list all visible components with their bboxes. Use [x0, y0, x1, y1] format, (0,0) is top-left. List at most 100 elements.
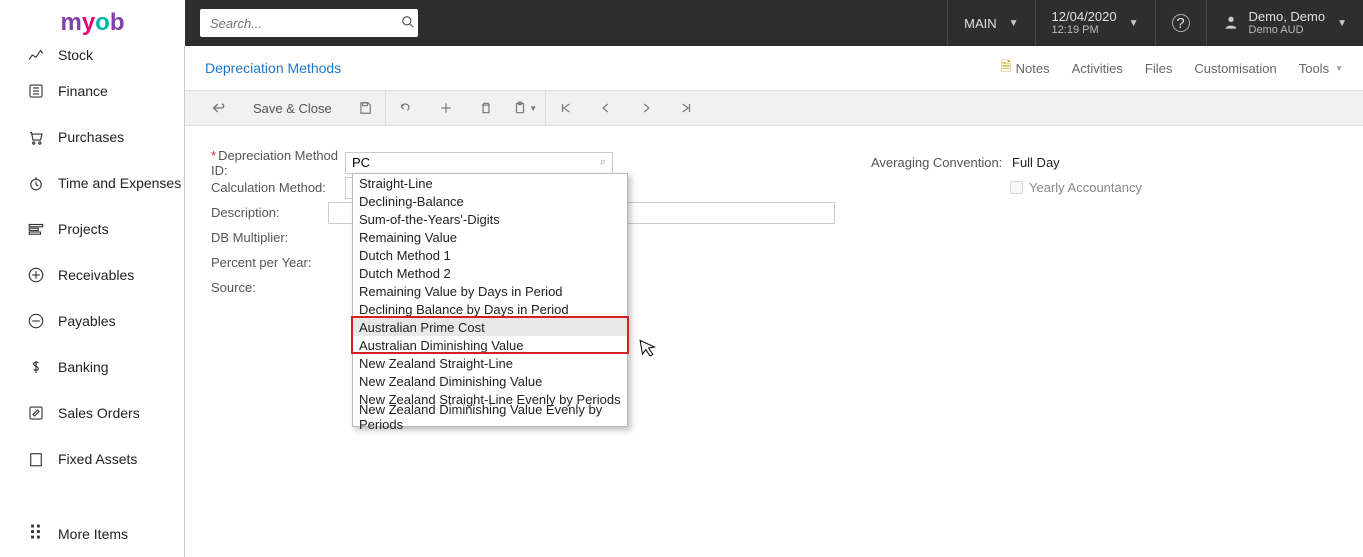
dropdown-option[interactable]: Dutch Method 1: [353, 246, 627, 264]
sidebar-item-label: Purchases: [58, 129, 124, 145]
help-button[interactable]: ?: [1155, 0, 1206, 46]
dropdown-option[interactable]: Sum-of-the-Years'-Digits: [353, 210, 627, 228]
notes-button[interactable]: 🗎 Notes: [1000, 56, 1049, 80]
label-calc-method: Calculation Method:: [205, 180, 345, 195]
projects-icon: [24, 220, 48, 238]
label-source: Source:: [205, 280, 345, 295]
clipboard-button[interactable]: ▼: [506, 90, 546, 126]
more-icon: ⠿: [24, 529, 48, 539]
search-input[interactable]: [200, 16, 398, 31]
dropdown-option[interactable]: New Zealand Straight-Line: [353, 354, 627, 372]
dropdown-option[interactable]: Declining-Balance: [353, 192, 627, 210]
dollar-icon: [24, 358, 48, 376]
time-label: 12:19 PM: [1052, 24, 1117, 37]
sidebar-item-label: Banking: [58, 359, 109, 375]
sidebar-item-payables[interactable]: Payables: [6, 298, 184, 344]
dropdown-option[interactable]: Remaining Value by Days in Period: [353, 282, 627, 300]
page-header: Depreciation Methods 🗎 Notes Activities …: [185, 46, 1363, 90]
value-averaging: Full Day: [1010, 155, 1060, 170]
sidebar-item-projects[interactable]: Projects: [6, 206, 184, 252]
sidebar-item-receivables[interactable]: Receivables: [6, 252, 184, 298]
notes-label: Notes: [1016, 61, 1050, 76]
save-close-button[interactable]: Save & Close: [239, 90, 346, 126]
sidebar-item-label: Stock: [58, 47, 93, 63]
date-selector[interactable]: 12/04/2020 12:19 PM ▼: [1035, 0, 1155, 46]
help-icon: ?: [1172, 14, 1190, 32]
user-menu[interactable]: Demo, Demo Demo AUD ▼: [1206, 0, 1363, 46]
undo-button[interactable]: [386, 90, 426, 126]
label-yearly-accountancy: Yearly Accountancy: [1029, 180, 1142, 195]
dropdown-option[interactable]: Declining Balance by Days in Period: [353, 300, 627, 318]
top-bar: MAIN ▼ 12/04/2020 12:19 PM ▼ ? Demo, Dem…: [185, 0, 1363, 46]
chevron-down-icon: ▼: [1009, 18, 1019, 29]
plus-circle-icon: [24, 266, 48, 284]
save-button[interactable]: [346, 90, 386, 126]
date-label: 12/04/2020: [1052, 9, 1117, 25]
dropdown-option[interactable]: Straight-Line: [353, 174, 627, 192]
chevron-down-icon: ▼: [529, 104, 537, 113]
input-dep-method-id[interactable]: PC ⌕: [345, 152, 613, 174]
page-title[interactable]: Depreciation Methods: [205, 60, 341, 76]
company-selector[interactable]: MAIN ▼: [947, 0, 1034, 46]
delete-button[interactable]: [466, 90, 506, 126]
dropdown-option[interactable]: Remaining Value: [353, 228, 627, 246]
first-record-button[interactable]: [546, 90, 586, 126]
dropdown-option[interactable]: New Zealand Diminishing Value Evenly by …: [353, 408, 627, 426]
dropdown-option[interactable]: Australian Prime Cost: [353, 318, 627, 336]
label-percent-per-year: Percent per Year:: [205, 255, 345, 270]
activities-button[interactable]: Activities: [1072, 61, 1123, 76]
minus-circle-icon: [24, 312, 48, 330]
sidebar-item-label: Payables: [58, 313, 116, 329]
cart-icon: [24, 128, 48, 146]
sidebar-item-label: Time and Expenses: [58, 175, 181, 191]
label-description: Description:: [205, 205, 328, 220]
sidebar-item-label: Sales Orders: [58, 405, 140, 421]
sidebar-item-label: More Items: [58, 526, 128, 542]
search-box[interactable]: [200, 9, 418, 37]
tools-menu[interactable]: Tools▼: [1299, 61, 1343, 76]
back-button[interactable]: [199, 90, 239, 126]
sidebar-item-sales-orders[interactable]: Sales Orders: [6, 390, 184, 436]
dropdown-option[interactable]: Dutch Method 2: [353, 264, 627, 282]
label-averaging: Averaging Convention:: [865, 155, 1010, 170]
company-label: MAIN: [964, 16, 997, 31]
brand-logo: myob: [0, 0, 185, 46]
clock-icon: [24, 174, 48, 192]
sidebar-item-fixed-assets[interactable]: Fixed Assets: [6, 436, 184, 482]
customisation-button[interactable]: Customisation: [1194, 61, 1276, 76]
prev-record-button[interactable]: [586, 90, 626, 126]
stock-icon: [24, 46, 48, 64]
finance-icon: [24, 82, 48, 100]
checkbox-yearly-accountancy: [1010, 181, 1023, 194]
sidebar-item-more[interactable]: ⠿ More Items: [6, 511, 185, 557]
sidebar-item-stock[interactable]: Stock: [6, 46, 184, 68]
sidebar-item-label: Projects: [58, 221, 109, 237]
search-icon[interactable]: [398, 15, 418, 32]
edit-icon: [24, 404, 48, 422]
files-button[interactable]: Files: [1145, 61, 1172, 76]
next-record-button[interactable]: [626, 90, 666, 126]
sidebar: Stock Finance Purchases Time and Expense…: [0, 46, 185, 557]
chevron-down-icon: ▼: [1335, 64, 1343, 73]
user-name: Demo, Demo: [1249, 9, 1326, 25]
sidebar-item-time-expenses[interactable]: Time and Expenses: [6, 160, 184, 206]
sidebar-item-finance[interactable]: Finance: [6, 68, 184, 114]
building-icon: [24, 450, 48, 468]
last-record-button[interactable]: [666, 90, 706, 126]
chevron-down-icon: ▼: [1337, 18, 1347, 29]
toolbar: Save & Close ▼: [185, 90, 1363, 126]
label-db-multiplier: DB Multiplier:: [205, 230, 345, 245]
sidebar-item-label: Fixed Assets: [58, 451, 137, 467]
dropdown-option[interactable]: New Zealand Diminishing Value: [353, 372, 627, 390]
sidebar-item-banking[interactable]: Banking: [6, 344, 184, 390]
calc-method-dropdown[interactable]: Straight-Line Declining-Balance Sum-of-t…: [352, 173, 628, 427]
user-sub: Demo AUD: [1249, 24, 1326, 37]
notes-icon: 🗎: [1000, 56, 1011, 80]
dropdown-option[interactable]: Australian Diminishing Value: [353, 336, 627, 354]
label-dep-method-id: *Depreciation Method ID:: [205, 148, 345, 178]
add-button[interactable]: [426, 90, 466, 126]
user-icon: [1223, 14, 1239, 33]
sidebar-item-purchases[interactable]: Purchases: [6, 114, 184, 160]
chevron-down-icon: ▼: [1129, 18, 1139, 29]
search-icon[interactable]: ⌕: [600, 156, 606, 169]
